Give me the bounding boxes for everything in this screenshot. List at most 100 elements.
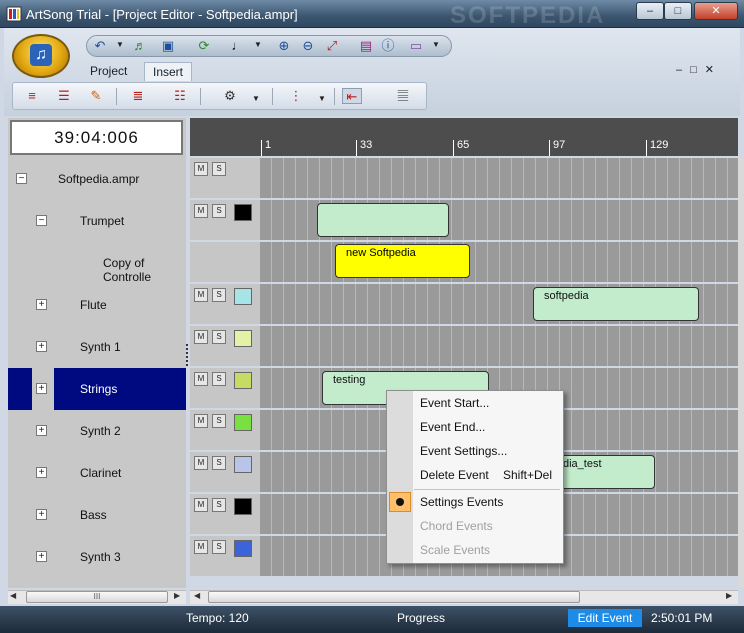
track-row-controller[interactable]: Copy of Controlle	[8, 242, 186, 284]
scroll-right-icon[interactable]: ▶	[174, 591, 180, 600]
keyboard-icon[interactable]: 𝄚	[386, 88, 420, 104]
track-row-synth1[interactable]: + Synth 1	[8, 326, 186, 368]
solo-button[interactable]: S	[212, 162, 226, 176]
mute-button[interactable]: M	[194, 456, 208, 470]
event-block-trumpet[interactable]	[317, 203, 449, 237]
book-icon[interactable]: ▤	[358, 38, 374, 53]
timeline-scroll-thumb[interactable]	[208, 591, 580, 603]
track-row-synth3[interactable]: + Synth 3	[8, 536, 186, 578]
window-dropdown-icon[interactable]: ▼	[432, 40, 440, 49]
solo-button[interactable]: S	[212, 456, 226, 470]
scroll-left-icon[interactable]: ◀	[10, 591, 16, 600]
event-block-new-softpedia[interactable]: new Softpedia	[335, 244, 470, 278]
zoom-out-icon[interactable]: ⊖	[300, 38, 316, 53]
minimize-button[interactable]: –	[636, 2, 664, 20]
track-row-bass[interactable]: + Bass	[8, 494, 186, 536]
refresh-icon[interactable]: ⟳	[196, 38, 212, 53]
lane-trumpet[interactable]: M S	[190, 200, 738, 240]
edit-icon[interactable]: ✎	[86, 88, 106, 104]
menu-item-settings-events[interactable]: Settings Events	[420, 493, 503, 511]
mute-button[interactable]: M	[194, 330, 208, 344]
solo-button[interactable]: S	[212, 372, 226, 386]
note-value-dropdown-icon[interactable]: ▼	[254, 40, 262, 49]
info-icon[interactable]: ⓘ	[380, 38, 396, 53]
toolbar-separator	[334, 88, 335, 105]
tools-dropdown-icon[interactable]: ▼	[252, 94, 260, 103]
tab-insert[interactable]: Insert	[144, 62, 193, 81]
close-button[interactable]: ✕	[694, 2, 738, 20]
solo-button[interactable]: S	[212, 498, 226, 512]
tab-project[interactable]: Project	[82, 62, 135, 81]
app-icon[interactable]	[6, 6, 22, 22]
ribbon-window-controls[interactable]: –□✕	[676, 63, 722, 76]
note-value-icon[interactable]: ♩	[230, 38, 246, 53]
track-row-strings[interactable]: + Strings	[8, 368, 186, 410]
lane-project[interactable]: M S	[190, 158, 738, 198]
lane-grid[interactable]	[260, 326, 738, 366]
lane-grid[interactable]	[260, 242, 738, 282]
insert-chord-icon[interactable]: ☷	[170, 88, 190, 104]
track-color-swatch[interactable]	[234, 372, 252, 389]
track-row-flute[interactable]: + Flute	[8, 284, 186, 326]
save-icon[interactable]: ▣	[160, 38, 176, 53]
track-color-swatch[interactable]	[234, 288, 252, 305]
mute-button[interactable]: M	[194, 498, 208, 512]
mute-button[interactable]: M	[194, 414, 208, 428]
expand-icon[interactable]: +	[36, 383, 47, 394]
window-icon[interactable]: ▭	[408, 38, 424, 53]
expand-icon[interactable]: +	[36, 425, 47, 436]
scroll-right-icon[interactable]: ▶	[726, 591, 732, 600]
solo-button[interactable]: S	[212, 288, 226, 302]
event-block-softpedia[interactable]: softpedia	[533, 287, 699, 321]
mute-button[interactable]: M	[194, 540, 208, 554]
mute-button[interactable]: M	[194, 288, 208, 302]
expand-icon[interactable]: +	[36, 341, 47, 352]
menu-item-event-start[interactable]: Event Start...	[420, 394, 489, 412]
expand-icon[interactable]: +	[36, 299, 47, 310]
track-color-swatch[interactable]	[234, 414, 252, 431]
menu-item-event-settings[interactable]: Event Settings...	[420, 442, 507, 460]
expand-icon[interactable]: +	[36, 467, 47, 478]
maximize-button[interactable]: □	[664, 2, 692, 20]
track-color-swatch[interactable]	[234, 540, 252, 557]
track-color-swatch[interactable]	[234, 330, 252, 347]
collapse-icon[interactable]: −	[36, 215, 47, 226]
expand-icon[interactable]: +	[36, 551, 47, 562]
track-color-swatch[interactable]	[234, 498, 252, 515]
solo-button[interactable]: S	[212, 330, 226, 344]
collapse-icon[interactable]: −	[16, 173, 27, 184]
mute-button[interactable]: M	[194, 162, 208, 176]
splitter-handle[interactable]	[186, 344, 189, 366]
lane-grid[interactable]	[260, 158, 738, 198]
track-row-project[interactable]: − Softpedia.ampr	[8, 158, 186, 200]
note-icon[interactable]: ♬	[132, 38, 148, 53]
track-color-swatch[interactable]	[234, 456, 252, 473]
solo-button[interactable]: S	[212, 204, 226, 218]
undo-dropdown-icon[interactable]: ▼	[116, 40, 124, 49]
undo-icon[interactable]: ↶	[92, 38, 108, 53]
zoom-fit-icon[interactable]: ⤢	[324, 38, 340, 53]
track-row-synth2[interactable]: + Synth 2	[8, 410, 186, 452]
tools-icon[interactable]: ⚙	[220, 88, 240, 104]
track-row-clarinet[interactable]: + Clarinet	[8, 452, 186, 494]
insert-event-icon[interactable]: ☰	[54, 88, 74, 104]
mute-button[interactable]: M	[194, 204, 208, 218]
zoom-in-icon[interactable]: ⊕	[276, 38, 292, 53]
menu-item-delete-event[interactable]: Delete Event	[420, 466, 489, 484]
track-row-trumpet[interactable]: − Trumpet	[8, 200, 186, 242]
track-color-swatch[interactable]	[234, 204, 252, 221]
solo-button[interactable]: S	[212, 414, 226, 428]
marker-dropdown-icon[interactable]: ▼	[318, 94, 326, 103]
insert-track-icon[interactable]: ≡	[22, 88, 42, 104]
lane-synth1[interactable]: M S	[190, 326, 738, 366]
insert-controller-icon[interactable]: ≣	[128, 88, 148, 104]
remove-icon[interactable]: ⇤	[342, 88, 362, 104]
menu-item-event-end[interactable]: Event End...	[420, 418, 485, 436]
insert-marker-icon[interactable]: ⋮	[286, 88, 306, 104]
track-list-scroll-thumb[interactable]: III	[26, 591, 168, 603]
solo-button[interactable]: S	[212, 540, 226, 554]
scroll-left-icon[interactable]: ◀	[194, 591, 200, 600]
vertical-scrollbar[interactable]	[738, 158, 744, 588]
mute-button[interactable]: M	[194, 372, 208, 386]
expand-icon[interactable]: +	[36, 509, 47, 520]
